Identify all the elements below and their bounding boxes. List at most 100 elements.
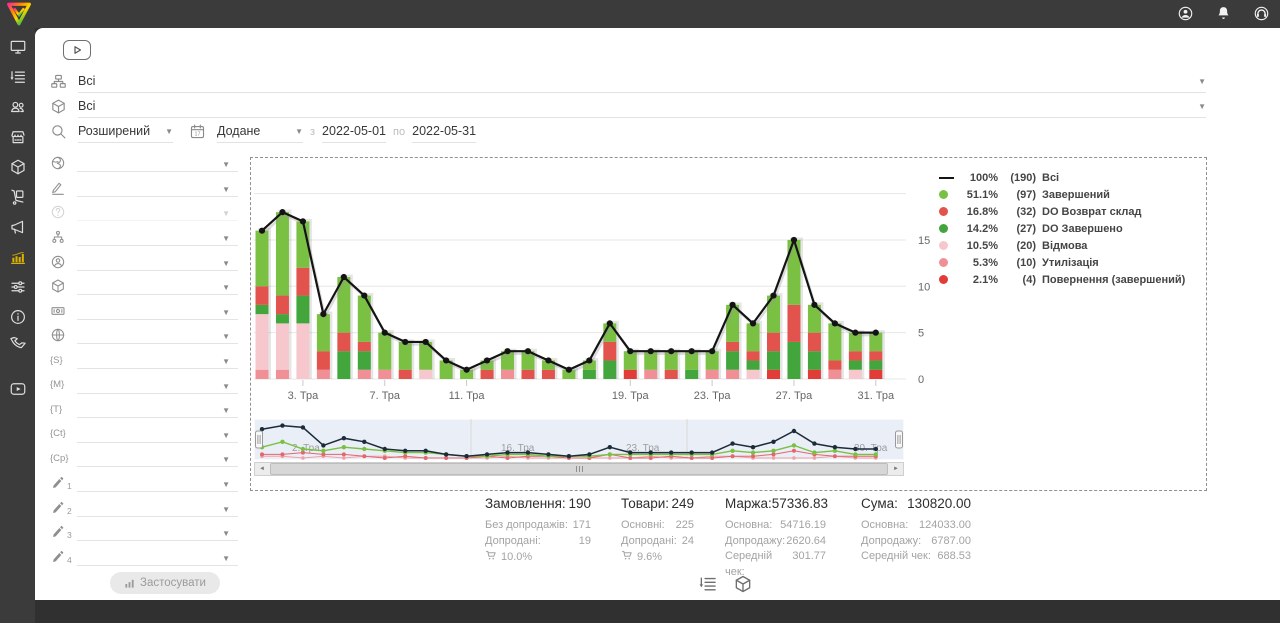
chevron-down-icon: ▼ xyxy=(222,308,230,317)
legend-item[interactable]: 5.3%(10)Утилізація xyxy=(939,254,1203,271)
product-select[interactable]: Всі ▼ xyxy=(78,96,1206,118)
topbar-icons xyxy=(1177,5,1270,22)
filter-select[interactable]: ▼ xyxy=(77,449,238,467)
manager-icon xyxy=(50,254,77,270)
chevron-down-icon: ▼ xyxy=(222,209,230,218)
filter-select[interactable]: ▼ xyxy=(77,228,238,246)
svg-text:2. Тра: 2. Тра xyxy=(292,443,320,454)
sidebar-info-icon[interactable] xyxy=(9,308,27,326)
support-icon[interactable] xyxy=(1253,5,1270,22)
payment-icon xyxy=(50,303,77,319)
legend-item[interactable]: 100%(190)Всі xyxy=(939,169,1203,186)
filter-select[interactable]: ▼ xyxy=(77,154,238,172)
search-mode-select[interactable]: Розширений ▼ xyxy=(78,121,173,143)
filter-row-cp: {Cp}▼ xyxy=(50,446,240,471)
legend-item[interactable]: 51.1%(97)Завершений xyxy=(939,186,1203,203)
apply-button[interactable]: Застосувати xyxy=(110,572,220,594)
filter-row-globe: ▼ xyxy=(50,323,240,348)
filter-row-help: ▼ xyxy=(50,200,240,225)
sidebar-video-icon[interactable] xyxy=(9,380,27,398)
legend-label: Завершений xyxy=(1042,189,1110,201)
filter-row-package: ▼ xyxy=(50,274,240,299)
filter-select[interactable]: ▼ xyxy=(77,277,238,295)
brace-icon: {M} xyxy=(50,379,77,390)
filter-select[interactable]: ▼ xyxy=(77,253,238,271)
stat-title-value: 249 xyxy=(671,496,694,511)
sidebar-supply-icon[interactable] xyxy=(9,188,27,206)
notifications-icon[interactable] xyxy=(1215,5,1232,22)
sidebar-monitor-icon[interactable] xyxy=(9,38,27,56)
chevron-down-icon: ▼ xyxy=(1198,102,1206,111)
legend-item[interactable]: 10.5%(20)Відмова xyxy=(939,237,1203,254)
cart-icon xyxy=(485,549,497,567)
filter-select[interactable]: ▼ xyxy=(77,474,238,492)
sidebar-clients-icon[interactable] xyxy=(9,98,27,116)
filter-select[interactable]: ▼ xyxy=(77,548,238,566)
chevron-down-icon: ▼ xyxy=(222,480,230,489)
sidebar-partners-icon[interactable] xyxy=(9,333,27,351)
svg-text:19. Тра: 19. Тра xyxy=(612,390,650,402)
navigator-handle[interactable] xyxy=(256,431,263,448)
chevron-down-icon: ▼ xyxy=(222,259,230,268)
legend-item[interactable]: 14.2%(27)DO Завершено xyxy=(939,220,1203,237)
stat-title-label: Товари: xyxy=(621,496,669,511)
legend-item[interactable]: 2.1%(4)Повернення (завершений) xyxy=(939,271,1203,288)
brace-icon: {S} xyxy=(50,355,77,366)
filter-select[interactable]: ▼ xyxy=(77,425,238,443)
chevron-down-icon: ▼ xyxy=(222,160,230,169)
filter-row-pencil3: 3▼ xyxy=(50,520,240,545)
filter-select[interactable]: ▼ xyxy=(77,376,238,394)
svg-text:7. Тра: 7. Тра xyxy=(369,390,400,402)
filter-select[interactable]: ▼ xyxy=(77,326,238,344)
help-icon xyxy=(50,204,77,220)
legend-percent: 51.1% xyxy=(957,189,998,201)
filter-select[interactable]: ▼ xyxy=(77,203,238,221)
filter-row-payment: ▼ xyxy=(50,299,240,324)
date-to-input[interactable]: 2022-05-31 xyxy=(412,121,476,143)
app-logo-icon xyxy=(6,1,32,27)
filter-select[interactable]: ▼ xyxy=(77,400,238,418)
search-icon xyxy=(50,123,67,140)
product-select-row: Всі ▼ xyxy=(50,95,1206,118)
sidebar-settings-icon[interactable] xyxy=(9,278,27,296)
sidebar-orders-list-icon[interactable] xyxy=(9,68,27,86)
pencil-icon: 1 xyxy=(50,475,77,491)
sidebar-store-icon[interactable] xyxy=(9,128,27,146)
scrollbar-thumb[interactable] xyxy=(270,463,888,475)
date-field-select[interactable]: Додане ▼ xyxy=(217,121,303,143)
legend-percent: 5.3% xyxy=(957,257,998,269)
chart-navigator[interactable]: 2. Тра16. Тра23. Тра30. Тра xyxy=(254,419,904,461)
scrollbar-left-arrow-icon[interactable]: ◄ xyxy=(255,463,269,475)
filter-select[interactable]: ▼ xyxy=(77,499,238,517)
chart-panel: 0510153. Тра7. Тра11. Тра19. Тра23. Тра2… xyxy=(250,157,1207,491)
navigator-handle[interactable] xyxy=(896,431,903,448)
filter-select[interactable]: ▼ xyxy=(77,179,238,197)
date-field-value: Додане xyxy=(217,124,260,138)
svg-text:27. Тра: 27. Тра xyxy=(776,390,814,402)
video-tutorial-button[interactable] xyxy=(63,40,91,60)
statuses-group-value: Всі xyxy=(78,74,95,88)
account-icon[interactable] xyxy=(1177,5,1194,22)
chevron-down-icon: ▼ xyxy=(1198,77,1206,86)
svg-text:11. Тра: 11. Тра xyxy=(449,390,486,402)
legend-count: (10) xyxy=(998,257,1036,269)
orders-statuses-chart: 0510153. Тра7. Тра11. Тра19. Тра23. Тра2… xyxy=(254,162,944,412)
filter-row-hierarchy: ▼ xyxy=(50,225,240,250)
date-from-input[interactable]: 2022-05-01 xyxy=(322,121,386,143)
products-view-toggle[interactable] xyxy=(733,574,753,594)
legend-dot-marker xyxy=(939,207,957,216)
sidebar-statistics-icon[interactable] xyxy=(9,248,27,266)
filter-select[interactable]: ▼ xyxy=(77,523,238,541)
signature-icon xyxy=(50,180,77,196)
legend-percent: 2.1% xyxy=(957,274,998,286)
scrollbar-track[interactable] xyxy=(269,463,889,475)
legend-label: Всі xyxy=(1042,172,1059,184)
legend-item[interactable]: 16.8%(32)DO Возврат склад xyxy=(939,203,1203,220)
sidebar-products-icon[interactable] xyxy=(9,158,27,176)
scrollbar-right-arrow-icon[interactable]: ► xyxy=(889,463,903,475)
list-view-toggle[interactable] xyxy=(698,574,718,594)
sidebar-marketing-icon[interactable] xyxy=(9,218,27,236)
statuses-group-select[interactable]: Всі ▼ xyxy=(78,71,1206,93)
filter-select[interactable]: ▼ xyxy=(77,351,238,369)
filter-select[interactable]: ▼ xyxy=(77,302,238,320)
